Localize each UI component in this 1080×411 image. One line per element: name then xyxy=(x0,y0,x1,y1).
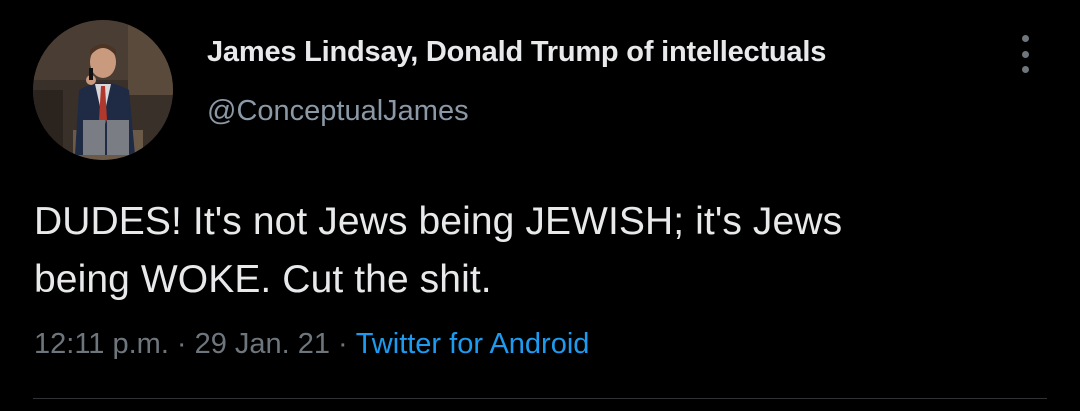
author-display-name[interactable]: James Lindsay, Donald Trump of intellect… xyxy=(207,34,826,70)
tweet-text-line: being WOKE. Cut the shit. xyxy=(34,258,492,301)
meta-separator: · xyxy=(338,328,348,360)
vertical-ellipsis-icon xyxy=(1021,35,1029,42)
meta-separator: · xyxy=(176,328,187,360)
vertical-ellipsis-icon xyxy=(1021,66,1029,73)
tweet-date[interactable]: 29 Jan. 21 xyxy=(195,328,330,360)
author-handle[interactable]: @ConceptualJames xyxy=(207,93,826,129)
tweet-text-line: DUDES! It's not Jews being JEWISH; it's … xyxy=(34,200,843,243)
avatar-photo xyxy=(33,20,173,160)
tweet-text: DUDES! It's not Jews being JEWISH; it's … xyxy=(34,193,1044,309)
more-options-button[interactable] xyxy=(1012,32,1038,76)
vertical-ellipsis-icon xyxy=(1021,50,1029,58)
tweet-source-link[interactable]: Twitter for Android xyxy=(356,328,590,360)
tweet-metadata: 12:11 p.m. · 29 Jan. 21 · Twitter for Androi… xyxy=(34,326,589,362)
tweet-time[interactable]: 12:11 p.m. xyxy=(34,328,169,360)
avatar[interactable] xyxy=(33,20,173,160)
divider xyxy=(33,398,1047,399)
author-info: James Lindsay, Donald Trump of intellect… xyxy=(207,34,826,129)
tweet-card: James Lindsay, Donald Trump of intellect… xyxy=(0,0,1080,411)
